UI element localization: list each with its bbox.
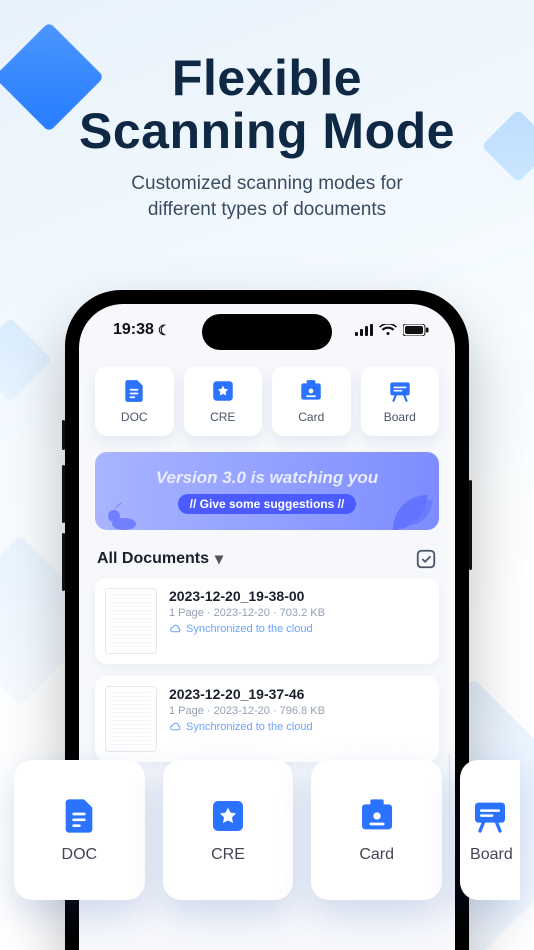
doc-icon [59, 796, 99, 836]
hero-subtitle: Customized scanning modes for different … [0, 171, 534, 222]
do-not-disturb-icon: ☾ [158, 322, 171, 339]
doc-icon [121, 378, 147, 404]
battery-icon [403, 324, 429, 336]
mode-label: Board [470, 846, 513, 864]
mode-card-button[interactable]: Card [272, 366, 351, 436]
mode-label: Card [359, 846, 394, 864]
mode-overlay-callout: DOC CRE Card Board [0, 760, 534, 900]
dynamic-island [202, 314, 332, 350]
status-time: 19:38 [113, 321, 154, 339]
mode-label: DOC [121, 410, 148, 424]
card-icon [298, 378, 324, 404]
list-item[interactable]: 2023-12-20_19-38-00 1 Page · 2023-12-20 … [95, 578, 439, 664]
banner-cta: // Give some suggestions // [178, 494, 357, 514]
document-thumbnail [105, 686, 157, 752]
document-thumbnail [105, 588, 157, 654]
banner-leaf-icon [373, 470, 439, 530]
overlay-mode-doc[interactable]: DOC [14, 760, 145, 900]
document-meta: 1 Page · 2023-12-20 · 703.2 KB [169, 607, 325, 619]
document-name: 2023-12-20_19-37-46 [169, 686, 325, 702]
cre-icon [208, 796, 248, 836]
list-item[interactable]: 2023-12-20_19-37-46 1 Page · 2023-12-20 … [95, 676, 439, 762]
documents-section-header: All Documents ▾ [79, 530, 455, 578]
document-name: 2023-12-20_19-38-00 [169, 588, 325, 604]
hero-section: Flexible Scanning Mode Customized scanni… [0, 0, 534, 222]
documents-filter-dropdown[interactable]: All Documents ▾ [97, 549, 223, 569]
banner-title: Version 3.0 is watching you [156, 468, 378, 488]
banner-flower-icon [99, 486, 149, 530]
cloud-icon [169, 720, 182, 733]
cellular-signal-icon [355, 324, 373, 336]
mode-doc-button[interactable]: DOC [95, 366, 174, 436]
overlay-mode-card[interactable]: Card [311, 760, 442, 900]
board-icon [387, 378, 413, 404]
sync-status: Synchronized to the cloud [169, 720, 325, 733]
mode-label: CRE [211, 846, 245, 864]
overlay-mode-cre[interactable]: CRE [163, 760, 294, 900]
promo-banner[interactable]: Version 3.0 is watching you // Give some… [95, 452, 439, 530]
cre-icon [210, 378, 236, 404]
overlay-mode-board[interactable]: Board [460, 760, 520, 900]
wifi-icon [379, 324, 397, 336]
mode-cre-button[interactable]: CRE [184, 366, 263, 436]
mode-board-button[interactable]: Board [361, 366, 440, 436]
board-icon [470, 796, 510, 836]
select-mode-button[interactable] [415, 548, 437, 570]
chevron-down-icon: ▾ [215, 549, 223, 569]
mode-label: CRE [210, 410, 235, 424]
sync-status: Synchronized to the cloud [169, 622, 325, 635]
mode-label: Card [298, 410, 324, 424]
card-icon [357, 796, 397, 836]
cloud-icon [169, 622, 182, 635]
hero-title: Flexible Scanning Mode [0, 52, 534, 157]
document-list: 2023-12-20_19-38-00 1 Page · 2023-12-20 … [79, 578, 455, 762]
document-meta: 1 Page · 2023-12-20 · 796.8 KB [169, 705, 325, 717]
mode-label: DOC [62, 846, 98, 864]
mode-label: Board [384, 410, 416, 424]
scan-mode-row: DOC CRE Card Board [79, 356, 455, 436]
